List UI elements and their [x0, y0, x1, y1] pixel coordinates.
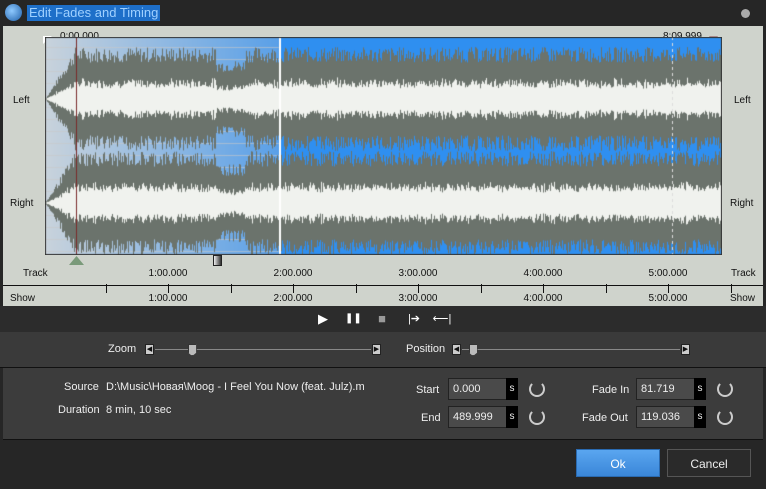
- position-slider-thumb[interactable]: [468, 344, 478, 356]
- position-left-button[interactable]: ◀: [452, 344, 461, 355]
- left-channel-label-right: Left: [734, 95, 751, 106]
- fade-in-unit: s: [694, 378, 706, 400]
- ruler-tick: [543, 286, 544, 293]
- ruler-tick: [418, 286, 419, 293]
- ruler-tick: [230, 286, 232, 293]
- position-right-button[interactable]: ▶: [681, 344, 690, 355]
- position-label: Position: [406, 343, 446, 355]
- tick-label: 1:00.000: [148, 268, 188, 279]
- track-ruler-label: Track: [23, 268, 48, 279]
- end-unit: s: [506, 406, 518, 428]
- ruler-tick: [355, 286, 357, 293]
- end-reset-icon[interactable]: [529, 409, 545, 425]
- app-film-reel-icon: [5, 4, 22, 21]
- tick-label: 2:00.000: [273, 268, 313, 279]
- ruler-tick: [730, 286, 732, 293]
- fade-out-label: Fade Out: [582, 412, 628, 424]
- tick-label: 3:00.000: [398, 268, 438, 279]
- mark-out-button[interactable]: ⟵|: [432, 312, 452, 326]
- track-ruler-label-right: Track: [731, 268, 756, 279]
- slider-row: Zoom ◀ ▶ Position ◀ ▶: [0, 332, 766, 368]
- start-label: Start: [416, 384, 440, 396]
- right-channel-label: Right: [10, 198, 34, 209]
- show-ruler: Show Show 1:00.000 2:00.000 3:00.000 4:0…: [3, 286, 763, 304]
- ruler-tick: [168, 286, 169, 293]
- tick-label: 4:00.000: [523, 293, 563, 304]
- show-ruler-label-right: Show: [730, 293, 756, 304]
- source-value: D:\Music\Новая\Moog - I Feel You Now (fe…: [106, 381, 364, 393]
- position-slider-track[interactable]: [462, 349, 680, 350]
- pause-button[interactable]: ❚❚: [345, 312, 362, 326]
- ok-button[interactable]: Ok: [576, 449, 660, 477]
- zoom-slider-track[interactable]: [155, 349, 371, 350]
- start-reset-icon[interactable]: [529, 381, 545, 397]
- tick-label: 2:00.000: [273, 293, 313, 304]
- left-channel-label: Left: [13, 95, 30, 106]
- start-unit: s: [506, 378, 518, 400]
- tick-label: 3:00.000: [398, 293, 438, 304]
- zoom-slider-thumb[interactable]: [187, 344, 197, 356]
- end-label: End: [421, 412, 441, 424]
- tick-label: 1:00.000: [148, 293, 188, 304]
- ruler-tick: [293, 286, 294, 293]
- tick-label: 5:00.000: [648, 268, 688, 279]
- mark-in-button[interactable]: |➔: [404, 312, 424, 326]
- tick-label: 4:00.000: [523, 268, 563, 279]
- cancel-button[interactable]: Cancel: [667, 449, 751, 477]
- show-ruler-label: Show: [10, 293, 36, 304]
- window-title: Edit Fades and Timing: [27, 5, 161, 21]
- stop-button[interactable]: ■: [375, 312, 389, 326]
- track-ruler: Track Track 1:00.000 2:00.000 3:00.000 4…: [3, 266, 763, 291]
- fade-in-reset-icon[interactable]: [717, 381, 733, 397]
- zoom-left-button[interactable]: ◀: [145, 344, 154, 355]
- ruler-tick: [105, 286, 107, 293]
- fade-in-label: Fade In: [592, 384, 630, 396]
- right-channel-label-right: Right: [730, 198, 754, 209]
- source-label: Source: [64, 381, 99, 393]
- ruler-tick: [480, 286, 482, 293]
- transport-bar: ▶ ❚❚ ■ |➔ ⟵|: [0, 306, 766, 332]
- close-dot-icon[interactable]: [741, 9, 750, 18]
- fade-out-reset-icon[interactable]: [717, 409, 733, 425]
- duration-value: 8 min, 10 sec: [106, 404, 172, 416]
- zoom-label: Zoom: [108, 343, 137, 355]
- fade-in-end-handle[interactable]: [213, 255, 222, 266]
- ruler-tick: [668, 286, 669, 293]
- ruler-tick: [605, 286, 607, 293]
- zoom-right-button[interactable]: ▶: [372, 344, 381, 355]
- tick-label: 5:00.000: [648, 293, 688, 304]
- play-button[interactable]: ▶: [316, 312, 330, 326]
- waveform-canvas[interactable]: [45, 37, 722, 255]
- duration-label: Duration: [58, 404, 100, 416]
- fade-out-unit: s: [694, 406, 706, 428]
